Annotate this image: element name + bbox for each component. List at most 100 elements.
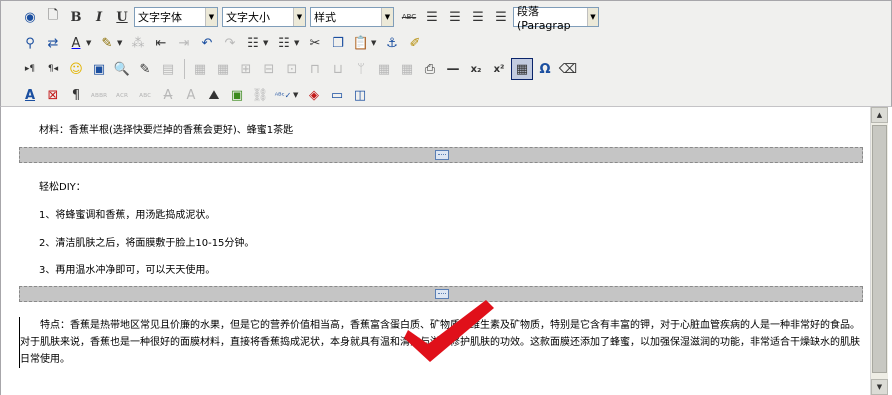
- paragraph-select[interactable]: 段落(Paragrap ▼: [513, 5, 599, 32]
- font-size-select[interactable]: 文字大小 ▼: [222, 7, 306, 27]
- replace-icon[interactable]: ⇄: [42, 32, 64, 54]
- merge-icon[interactable]: ⊓: [304, 58, 326, 80]
- cleanup-icon[interactable]: ✐: [404, 32, 426, 54]
- chevron-down-icon[interactable]: ▼: [371, 39, 379, 47]
- underline-button[interactable]: U: [111, 6, 133, 28]
- toolbar-row-4: A ⊠ ¶ ᴀʙʙʀ ᴀᴄʀ ᴀʙᴄ A A ⛰ ▣ ⛓ ᴬᴮᶜ✓ ▼ ◈ ▭ …: [19, 83, 372, 107]
- copy-icon[interactable]: ❐: [327, 32, 349, 54]
- media-icon[interactable]: ▣: [88, 58, 110, 80]
- bullet-list-icon[interactable]: ☷: [242, 32, 264, 54]
- style-select[interactable]: 样式 ▼: [310, 7, 394, 27]
- chevron-down-icon[interactable]: ▼: [117, 39, 125, 47]
- image-icon[interactable]: ⛰: [203, 84, 225, 106]
- link-icon[interactable]: ⛓: [249, 84, 271, 106]
- fullscreen-icon[interactable]: ▭: [326, 84, 348, 106]
- text-color-icon[interactable]: A: [65, 32, 87, 54]
- page-break: [19, 147, 863, 163]
- chevron-down-icon[interactable]: ▼: [86, 39, 94, 47]
- style-value: 样式: [314, 11, 336, 24]
- ltr-icon[interactable]: ▸¶: [19, 58, 41, 80]
- spellcheck-icon[interactable]: A: [19, 84, 41, 106]
- row-props-icon[interactable]: ⊟: [258, 58, 280, 80]
- abbr-icon[interactable]: ᴀʙʙʀ: [88, 84, 110, 106]
- scroll-down-button[interactable]: ▼: [871, 379, 888, 395]
- align-left-icon[interactable]: ☰: [467, 6, 489, 28]
- diy-heading: 轻松DIY：: [39, 182, 86, 193]
- cell-props-icon[interactable]: ⊞: [235, 58, 257, 80]
- toolbar-row-2: ⚲ ⇄ A ▼ ✎ ▼ ⁂ ⇤ ⇥ ↶ ↷ ☷ ▼ ☷ ▼ ✂ ❐ 📋 ▼ ⚓ …: [19, 31, 427, 55]
- numbered-list-icon[interactable]: ☷: [273, 32, 295, 54]
- eraser-icon[interactable]: ⌫: [557, 58, 579, 80]
- paste-icon[interactable]: 📋: [350, 32, 372, 54]
- editor-toolbar: ◉ 🗋 B I U 文字字体 ▼ 文字大小 ▼ 样式 ▼ ABC ☰ ☰ ☰ ☰…: [0, 0, 892, 107]
- ins-icon[interactable]: A: [180, 84, 202, 106]
- page-break-icon: [435, 150, 449, 160]
- insert-layer-icon[interactable]: ▦: [373, 58, 395, 80]
- omega-button[interactable]: Ω: [534, 58, 556, 80]
- font-family-select[interactable]: 文字字体 ▼: [134, 7, 218, 27]
- align-right-icon[interactable]: ☰: [490, 6, 512, 28]
- outdent-icon[interactable]: ⇤: [150, 32, 172, 54]
- table-icon[interactable]: ▦: [189, 58, 211, 80]
- del-icon[interactable]: A: [157, 84, 179, 106]
- chevron-down-icon[interactable]: ▼: [293, 91, 301, 99]
- superscript-button[interactable]: x²: [488, 58, 510, 80]
- emoticon-icon[interactable]: ☺: [65, 58, 87, 80]
- paragraph-value: 段落(Paragrap: [517, 4, 571, 32]
- toggle-block-icon[interactable]: ◫: [349, 84, 371, 106]
- chevron-down-icon[interactable]: ▼: [263, 39, 271, 47]
- indent-icon[interactable]: ⇥: [173, 32, 195, 54]
- redo-icon[interactable]: ↷: [219, 32, 241, 54]
- align-center-icon[interactable]: ☰: [444, 6, 466, 28]
- checkmark-icon: [404, 300, 494, 362]
- scroll-thumb[interactable]: [872, 125, 887, 373]
- chevron-down-icon: ▼: [381, 8, 393, 26]
- new-document-icon[interactable]: 🗋: [42, 6, 64, 28]
- materials-line: 材料：香蕉半根(选择快要烂掉的香蕉会更好)、蜂蜜1茶匙: [39, 125, 294, 136]
- font-size-value: 文字大小: [226, 11, 270, 24]
- italic-button[interactable]: I: [88, 6, 110, 28]
- visual-aid-icon[interactable]: ◈: [303, 84, 325, 106]
- bold-button[interactable]: B: [65, 6, 87, 28]
- highlight-icon[interactable]: ✎: [96, 32, 118, 54]
- acronym-icon[interactable]: ᴀᴄʀ: [111, 84, 133, 106]
- align-justify-icon[interactable]: ☰: [421, 6, 443, 28]
- find-icon[interactable]: ⚲: [19, 32, 41, 54]
- layer-props-icon[interactable]: ▦: [396, 58, 418, 80]
- cut-icon[interactable]: ✂: [304, 32, 326, 54]
- anchor-icon[interactable]: ⚓: [381, 32, 403, 54]
- rtl-icon[interactable]: ¶◂: [42, 58, 64, 80]
- step-3: 3、再用温水冲净即可，可以天天使用。: [39, 265, 216, 276]
- subscript-button[interactable]: x₂: [465, 58, 487, 80]
- check-spelling-icon[interactable]: ᴬᴮᶜ✓: [272, 84, 294, 106]
- horizontal-rule-icon[interactable]: —: [442, 58, 464, 80]
- template-icon[interactable]: ▤: [157, 58, 179, 80]
- scroll-up-button[interactable]: ▲: [871, 107, 888, 123]
- table-props-icon[interactable]: ▦: [212, 58, 234, 80]
- preview-icon[interactable]: 🔍: [111, 58, 133, 80]
- chevron-down-icon: ▼: [205, 8, 217, 26]
- strikethrough-button[interactable]: ABC: [398, 6, 420, 28]
- char-map-icon[interactable]: ▦: [511, 58, 533, 80]
- col-props-icon[interactable]: ⊡: [281, 58, 303, 80]
- chevron-down-icon: ▼: [586, 8, 598, 26]
- chevron-down-icon: ▼: [293, 8, 305, 26]
- chevron-down-icon[interactable]: ▼: [294, 39, 302, 47]
- paste-word-icon[interactable]: ⁂: [127, 32, 149, 54]
- help-icon[interactable]: ◉: [19, 6, 41, 28]
- split-icon[interactable]: ⊔: [327, 58, 349, 80]
- font-family-value: 文字字体: [138, 11, 182, 24]
- step-1: 1、将蜂蜜调和香蕉，用汤匙捣成泥状。: [39, 210, 216, 221]
- form-icon[interactable]: ᛘ: [350, 58, 372, 80]
- image-props-icon[interactable]: ▣: [226, 84, 248, 106]
- step-2: 2、清洁肌肤之后，将面膜敷于脸上10-15分钟。: [39, 238, 255, 249]
- toolbar-row-1: ◉ 🗋 B I U 文字字体 ▼ 文字大小 ▼ 样式 ▼ ABC ☰ ☰ ☰ ☰…: [19, 5, 603, 32]
- undo-icon[interactable]: ↶: [196, 32, 218, 54]
- toolbar-separator: [184, 59, 185, 79]
- print-icon[interactable]: ⎙: [419, 58, 441, 80]
- cite-icon[interactable]: ᴀʙᴄ: [134, 84, 156, 106]
- edit-source-icon[interactable]: ✎: [134, 58, 156, 80]
- pilcrow-button[interactable]: ¶: [65, 84, 87, 106]
- vertical-scrollbar[interactable]: ▲ ▼: [870, 107, 888, 395]
- remove-format-icon[interactable]: ⊠: [42, 84, 64, 106]
